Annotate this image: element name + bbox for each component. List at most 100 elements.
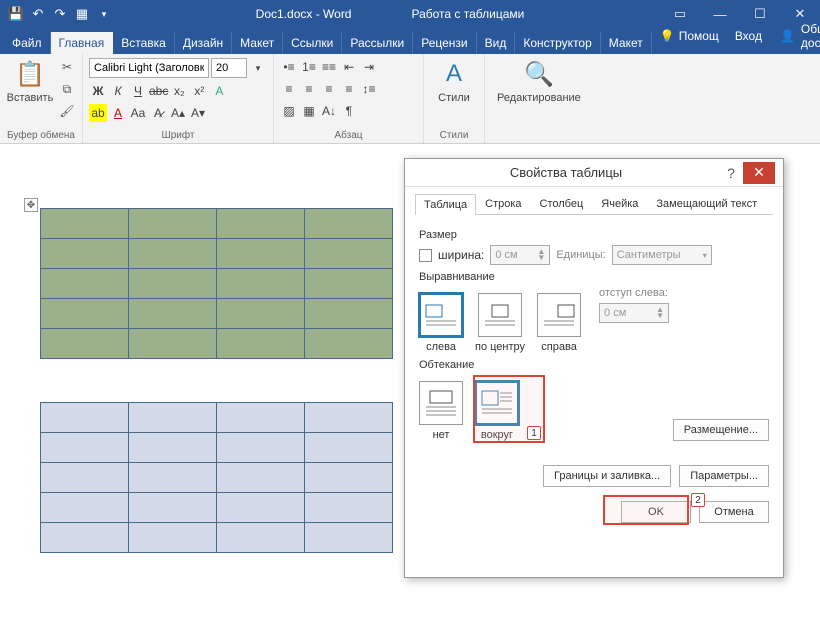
align-left-icon [419,293,463,337]
quick-access-toolbar: 💾 ↶ ↷ ▦ ▾ [0,4,120,24]
line-spacing-icon[interactable]: ↕≡ [360,80,378,98]
table-move-handle[interactable]: ✥ [24,198,38,212]
tab-mailings[interactable]: Рассылки [342,32,413,54]
format-painter-icon[interactable]: 🖌 [58,102,76,120]
cut-icon[interactable]: ✂ [58,58,76,76]
ribbon-tabs: Файл Главная Вставка Дизайн Макет Ссылки… [0,28,820,54]
share-icon: 👤 [780,29,795,43]
params-button[interactable]: Параметры... [679,465,769,487]
align-left-option[interactable]: слева [419,293,463,353]
tab-constructor[interactable]: Конструктор [515,32,600,54]
borders-button[interactable]: Границы и заливка... [543,465,671,487]
tab-layout[interactable]: Макет [232,32,283,54]
numbering-icon[interactable]: 1≡ [300,58,318,76]
width-checkbox[interactable] [419,249,432,262]
tab-home[interactable]: Главная [51,32,114,54]
share-button[interactable]: 👤Общий доступ [770,18,820,54]
text-effects-icon[interactable]: A [210,82,228,100]
redo-icon[interactable]: ↷ [50,4,70,24]
align-center-option[interactable]: по центру [475,293,525,353]
group-label-font: Шрифт [89,130,267,141]
cancel-button[interactable]: Отмена [699,501,769,523]
contextual-title: Работа с таблицами [411,7,524,21]
wrap-none-option[interactable]: нет [419,381,463,441]
wrap-none-icon [419,381,463,425]
highlight-icon[interactable]: ab [89,104,107,122]
editing-button[interactable]: 🔍 Редактирование [491,58,587,104]
underline-icon[interactable]: Ч [129,82,147,100]
group-editing: 🔍 Редактирование [485,54,593,143]
tab-design[interactable]: Дизайн [175,32,232,54]
shrink-icon[interactable]: A▾ [189,104,207,122]
dlg-tab-table[interactable]: Таблица [415,194,476,215]
clear-format-icon[interactable]: A̷ [149,104,167,122]
align-left-icon[interactable]: ≡ [280,80,298,98]
decrease-indent-icon[interactable]: ⇤ [340,58,358,76]
strike-icon[interactable]: abc [149,82,168,100]
copy-icon[interactable]: ⧉ [58,80,76,98]
save-icon[interactable]: 💾 [6,4,26,24]
width-spinner[interactable]: 0 см▲▼ [490,245,550,265]
find-icon: 🔍 [523,58,555,90]
grow-icon[interactable]: A▴ [169,104,187,122]
paste-button[interactable]: 📋 Вставить [6,58,54,104]
tab-file[interactable]: Файл [4,32,51,54]
align-right-icon[interactable]: ≡ [320,80,338,98]
change-case-icon[interactable]: Aa [129,104,147,122]
multilevel-icon[interactable]: ≡≡ [320,58,338,76]
dialog-title: Свойства таблицы [413,165,719,180]
font-color-icon[interactable]: A [109,104,127,122]
increase-indent-icon[interactable]: ⇥ [360,58,378,76]
group-label-styles: Стили [430,130,478,141]
bullets-icon[interactable]: •≡ [280,58,298,76]
justify-icon[interactable]: ≡ [340,80,358,98]
help-icon[interactable]: ? [719,165,743,181]
sort-icon[interactable]: A↓ [320,102,338,120]
subscript-icon[interactable]: x₂ [170,82,188,100]
table-blue[interactable] [40,402,393,553]
align-right-option[interactable]: справа [537,293,581,353]
dlg-tab-cell[interactable]: Ячейка [592,193,647,214]
font-size-input[interactable] [211,58,247,78]
borders-icon[interactable]: ▦ [300,102,318,120]
shading-icon[interactable]: ▨ [280,102,298,120]
tab-review[interactable]: Рецензи [413,32,476,54]
units-combo[interactable]: Сантиметры▾ [612,245,712,265]
table-green[interactable] [40,208,393,359]
qat-more-icon[interactable]: ▾ [94,4,114,24]
dialog-titlebar[interactable]: Свойства таблицы ? ✕ [405,159,783,187]
dialog-tabs: Таблица Строка Столбец Ячейка Замещающий… [415,193,773,215]
undo-icon[interactable]: ↶ [28,4,48,24]
tell-me[interactable]: 💡Помощ [652,25,727,47]
group-label-clipboard: Буфер обмена [6,130,76,141]
group-paragraph: •≡ 1≡ ≡≡ ⇤ ⇥ ≡ ≡ ≡ ≡ ↕≡ ▨ ▦ A↓ ¶ Абзац [274,54,424,143]
superscript-icon[interactable]: x² [190,82,208,100]
align-center-icon[interactable]: ≡ [300,80,318,98]
font-name-input[interactable] [89,58,209,78]
bold-icon[interactable]: Ж [89,82,107,100]
placement-button[interactable]: Размещение... [673,419,769,441]
dialog-close-icon[interactable]: ✕ [743,162,775,184]
sign-in[interactable]: Вход [727,25,770,47]
indent-spinner[interactable]: 0 см▲▼ [599,303,669,323]
dlg-tab-alttext[interactable]: Замещающий текст [647,193,766,214]
bulb-icon: 💡 [660,29,675,43]
dialog-body: Размер ширина: 0 см▲▼ Единицы: Сантиметр… [405,215,783,495]
grow-font-icon[interactable]: ▾ [249,59,267,77]
dlg-tab-row[interactable]: Строка [476,193,530,214]
italic-icon[interactable]: К [109,82,127,100]
tab-insert[interactable]: Вставка [113,32,175,54]
width-label: ширина: [438,248,484,262]
qat-icon[interactable]: ▦ [72,4,92,24]
show-marks-icon[interactable]: ¶ [340,102,358,120]
group-styles: A Стили Стили [424,54,485,143]
tab-view[interactable]: Вид [477,32,516,54]
highlight-marker-2: 2 [603,495,689,525]
styles-button[interactable]: A Стили [430,58,478,104]
align-right-icon [537,293,581,337]
dlg-tab-column[interactable]: Столбец [531,193,593,214]
size-label: Размер [419,229,769,241]
group-label-paragraph: Абзац [280,130,417,141]
tab-table-layout[interactable]: Макет [601,32,652,54]
tab-references[interactable]: Ссылки [283,32,342,54]
